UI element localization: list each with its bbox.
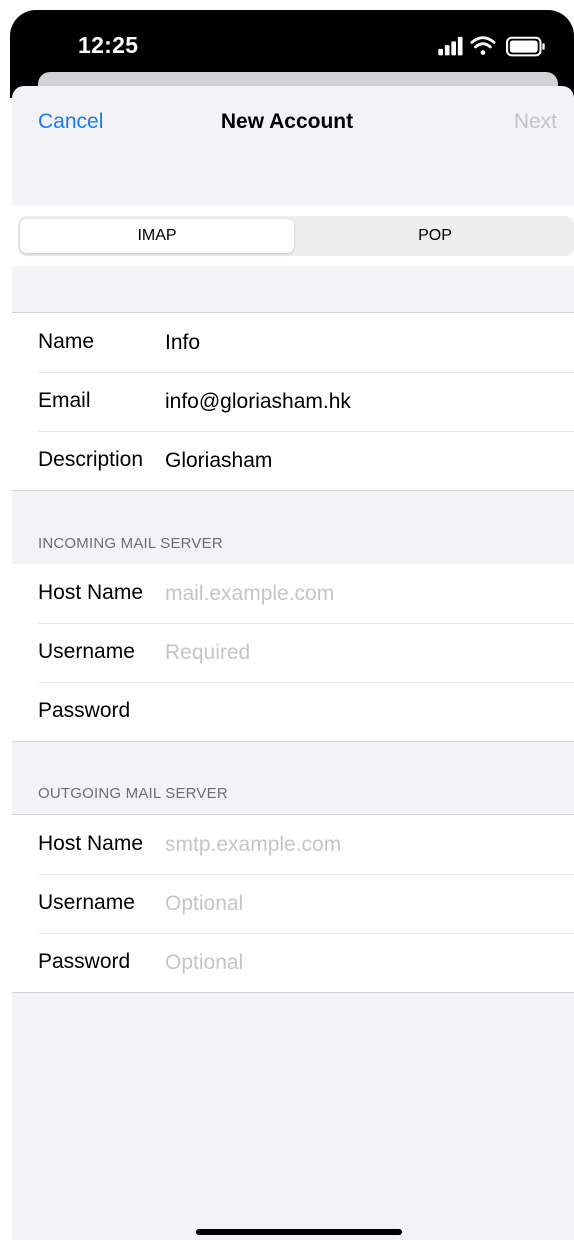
name-row: Name [12,313,574,372]
outgoing-username-row: Username [12,874,574,933]
protocol-segmented-control: IMAP POP [18,216,574,256]
description-field[interactable] [165,441,555,481]
home-indicator[interactable] [196,1229,402,1235]
battery-icon [506,36,545,57]
segment-imap[interactable]: IMAP [20,219,294,253]
incoming-host-row: Host Name [12,564,574,623]
outgoing-password-field[interactable] [165,943,555,983]
segment-pop[interactable]: POP [298,219,572,253]
email-label: Email [38,389,91,412]
incoming-section-header: INCOMING MAIL SERVER [38,535,223,552]
status-icons [438,36,545,57]
screen: 12:25 Cancel New Account Next IMAP POP N… [0,0,574,1240]
outgoing-password-row: Password [12,933,574,992]
next-button[interactable]: Next [514,110,557,134]
incoming-password-label: Password [38,699,131,722]
description-row: Description [12,431,574,490]
incoming-password-row: Password [12,682,574,741]
status-time: 12:25 [78,32,139,58]
incoming-host-label: Host Name [38,581,144,604]
name-label: Name [38,330,95,353]
wifi-icon [470,36,496,55]
outgoing-username-label: Username [38,891,135,914]
protocol-selector-area: IMAP POP [12,206,574,266]
page-title: New Account [220,110,354,133]
navigation-bar: Cancel New Account Next [12,86,574,206]
outgoing-host-field[interactable] [165,825,555,865]
email-field[interactable] [165,382,555,422]
incoming-host-field[interactable] [165,574,555,614]
outgoing-section-header: OUTGOING MAIL SERVER [38,785,228,802]
outgoing-password-label: Password [38,950,131,973]
incoming-server-group: Host Name Username Password [12,564,574,742]
incoming-username-label: Username [38,640,135,663]
outgoing-server-group: Host Name Username Password [12,814,574,993]
incoming-username-row: Username [12,623,574,682]
outgoing-host-row: Host Name [12,815,574,874]
incoming-username-field[interactable] [165,633,555,673]
name-field[interactable] [165,323,555,363]
incoming-password-field[interactable] [165,692,555,732]
signal-icon [438,36,463,56]
account-info-group: Name Email Description [12,312,574,491]
new-account-sheet: Cancel New Account Next IMAP POP Name Em… [12,86,574,1240]
outgoing-host-label: Host Name [38,832,144,855]
email-row: Email [12,372,574,431]
outgoing-username-field[interactable] [165,884,555,924]
description-label: Description [38,448,144,471]
